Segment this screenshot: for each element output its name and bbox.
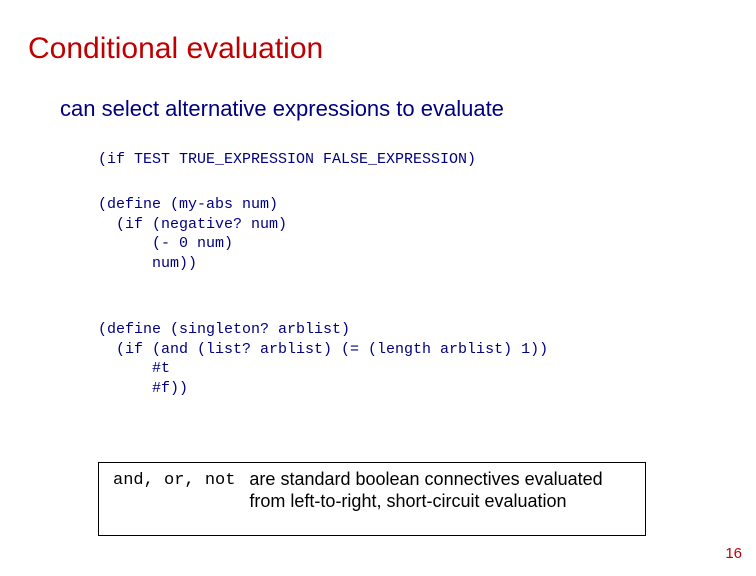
note-description: are standard boolean connectives evaluat… xyxy=(249,469,635,512)
page-number: 16 xyxy=(725,545,742,562)
code-singleton: (define (singleton? arblist) (if (and (l… xyxy=(98,320,548,398)
code-if-syntax: (if TEST TRUE_EXPRESSION FALSE_EXPRESSIO… xyxy=(98,150,476,170)
slide: Conditional evaluation can select altern… xyxy=(0,0,756,576)
note-operators: and, or, not xyxy=(113,469,249,490)
code-my-abs: (define (my-abs num) (if (negative? num)… xyxy=(98,195,287,273)
slide-subtitle: can select alternative expressions to ev… xyxy=(60,96,504,122)
note-box: and, or, not are standard boolean connec… xyxy=(98,462,646,536)
slide-title: Conditional evaluation xyxy=(28,32,323,66)
